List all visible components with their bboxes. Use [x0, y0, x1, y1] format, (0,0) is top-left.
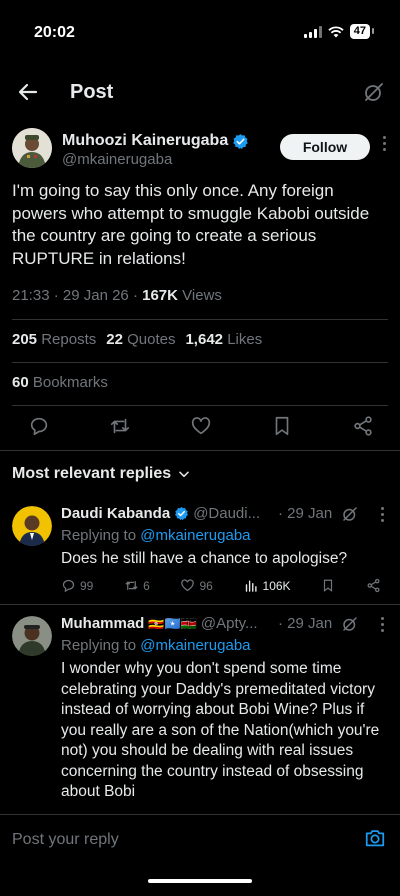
author-name[interactable]: Muhoozi Kainerugaba	[62, 132, 249, 150]
reply-item[interactable]: Muhammad 🇺🇬🇸🇴🇰🇪 @Apty... · 29 Jan Replyi…	[0, 610, 400, 814]
divider	[12, 319, 388, 320]
more-options-icon[interactable]	[376, 136, 392, 156]
author-avatar[interactable]	[12, 128, 52, 168]
reply-reposts[interactable]: 6	[124, 578, 150, 593]
reply-share[interactable]	[366, 578, 381, 593]
home-indicator[interactable]	[148, 879, 252, 883]
reply-author-name: Muhammad	[61, 615, 145, 632]
tweet-meta: 21:33 · 29 Jan 26 · 167K Views	[12, 287, 222, 304]
top-nav: Post	[0, 70, 400, 116]
share-icon	[367, 578, 380, 593]
likes-stat[interactable]: 1,642 Likes	[185, 331, 262, 348]
like-icon[interactable]	[190, 415, 212, 437]
reply-more-icon[interactable]	[381, 507, 384, 522]
bookmark-icon[interactable]	[271, 415, 293, 437]
reply-likes[interactable]: 96	[180, 578, 213, 593]
reply-replies[interactable]: 99	[61, 578, 93, 593]
tweet-time: 21:33	[12, 287, 50, 304]
bookmark-icon	[324, 579, 333, 592]
reply-time: · 29 Jan	[278, 505, 333, 522]
reply-text: Does he still have a chance to apologise…	[61, 550, 348, 567]
reply-input[interactable]: Post your reply	[12, 831, 119, 849]
status-time: 20:02	[34, 24, 75, 41]
share-icon[interactable]	[352, 415, 374, 437]
signal-icon	[303, 25, 322, 38]
reply-text: I wonder why you don't spend some time c…	[61, 660, 380, 800]
chevron-down-icon	[179, 471, 190, 478]
status-icons: 47	[303, 24, 375, 39]
reply-item[interactable]: Daudi Kabanda @Daudi... · 29 Jan Replyin…	[0, 500, 400, 602]
reply-icon[interactable]	[28, 415, 50, 437]
reply-avatar[interactable]	[12, 506, 52, 546]
reply-time: · 29 Jan	[278, 615, 333, 632]
reply-actions: 99 6 96 106K	[61, 578, 381, 593]
tweet-text: I'm going to say this only once. Any for…	[12, 181, 370, 268]
replying-to: Replying to @mkainerugaba	[61, 527, 251, 544]
divider	[0, 450, 400, 451]
repost-icon	[125, 581, 138, 590]
replying-to: Replying to @mkainerugaba	[61, 637, 251, 654]
divider	[12, 405, 388, 406]
author-handle[interactable]: @mkainerugaba	[62, 151, 172, 168]
bookmarks-stat[interactable]: 60 Bookmarks	[12, 374, 108, 391]
divider	[0, 604, 400, 605]
grok-icon[interactable]	[362, 80, 386, 104]
verified-badge-icon	[175, 506, 189, 521]
reposts-stat[interactable]: 205 Reposts	[12, 331, 96, 348]
divider	[12, 362, 388, 363]
battery-icon: 47	[349, 24, 375, 39]
engagement-stats: 205 Reposts 22 Quotes 1,642 Likes	[12, 331, 262, 348]
reply-author[interactable]: Daudi Kabanda @Daudi...	[61, 505, 260, 522]
reply-author-handle: @Apty...	[200, 615, 258, 632]
reply-avatar[interactable]	[12, 616, 52, 656]
grok-icon[interactable]	[341, 615, 359, 633]
views-count: 167K	[142, 287, 178, 304]
status-bar: 20:02 47	[0, 0, 400, 60]
reply-composer[interactable]: Post your reply	[0, 814, 400, 862]
author-name-text: Muhoozi Kainerugaba	[62, 132, 229, 149]
quotes-stat[interactable]: 22 Quotes	[106, 331, 175, 348]
camera-icon[interactable]	[364, 827, 386, 849]
like-icon	[181, 579, 195, 592]
reply-bookmark[interactable]	[321, 578, 335, 593]
repost-icon[interactable]	[109, 415, 131, 437]
follow-button[interactable]: Follow	[280, 134, 370, 160]
replying-to-handle[interactable]: @mkainerugaba	[140, 527, 250, 544]
grok-icon[interactable]	[341, 505, 359, 523]
reply-views[interactable]: 106K	[244, 578, 291, 593]
flag-emojis: 🇺🇬🇸🇴🇰🇪	[148, 615, 197, 631]
verified-badge-icon	[233, 133, 249, 149]
wifi-icon	[328, 25, 344, 37]
reply-icon	[62, 579, 75, 593]
tweet-actions	[28, 415, 374, 437]
back-arrow-icon[interactable]	[16, 80, 40, 104]
reply-author[interactable]: Muhammad 🇺🇬🇸🇴🇰🇪 @Apty...	[61, 615, 258, 632]
reply-more-icon[interactable]	[381, 617, 384, 632]
replies-sort-dropdown[interactable]: Most relevant replies	[12, 465, 191, 483]
replying-to-handle[interactable]: @mkainerugaba	[140, 637, 250, 654]
page-title: Post	[70, 81, 114, 103]
tweet-author-row: Muhoozi Kainerugaba @mkainerugaba Follow	[12, 128, 392, 172]
views-icon	[245, 580, 257, 592]
reply-author-handle: @Daudi...	[193, 505, 261, 522]
tweet-date: 29 Jan 26	[62, 287, 129, 304]
bookmarks-stats: 60 Bookmarks	[12, 374, 108, 391]
replies-sort-label: Most relevant replies	[12, 465, 172, 482]
reply-author-name: Daudi Kabanda	[61, 505, 171, 522]
views-label: Views	[182, 287, 222, 304]
